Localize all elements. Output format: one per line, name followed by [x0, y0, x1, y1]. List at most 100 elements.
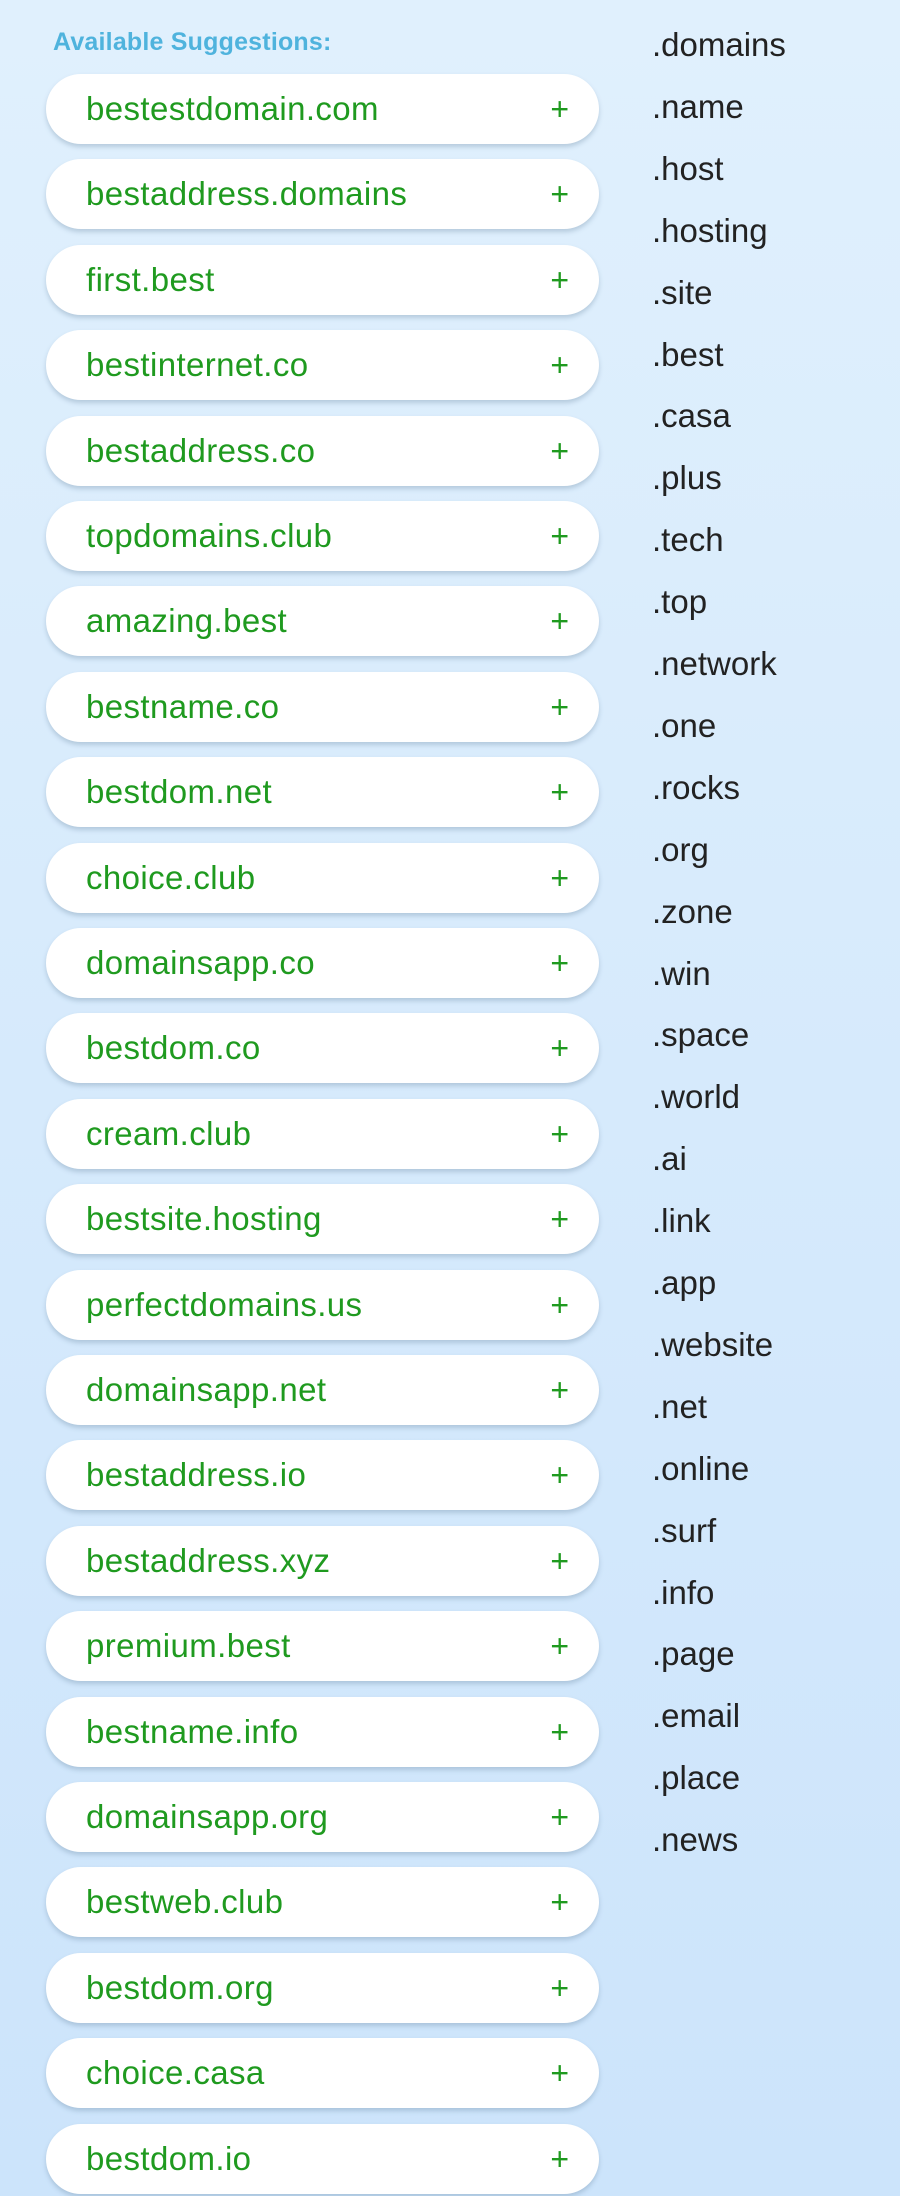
suggestion-item[interactable]: bestestdomain.com +	[46, 74, 599, 144]
tld-item[interactable]: .space	[652, 1016, 749, 1054]
suggestion-label: bestweb.club	[86, 1883, 284, 1920]
plus-icon[interactable]: +	[550, 74, 569, 144]
suggestion-label: bestaddress.domains	[86, 175, 408, 212]
plus-icon[interactable]: +	[550, 1867, 569, 1937]
plus-icon[interactable]: +	[550, 159, 569, 229]
tld-item[interactable]: .name	[652, 88, 744, 126]
plus-icon[interactable]: +	[550, 1355, 569, 1425]
tld-item[interactable]: .site	[652, 274, 713, 312]
tld-item[interactable]: .tech	[652, 521, 724, 559]
tld-item[interactable]: .link	[652, 1202, 711, 1240]
suggestion-label: bestinternet.co	[86, 346, 309, 383]
suggestion-label: bestaddress.io	[86, 1456, 307, 1493]
suggestion-label: perfectdomains.us	[86, 1286, 363, 1323]
plus-icon[interactable]: +	[550, 1099, 569, 1169]
suggestion-label: first.best	[86, 261, 215, 298]
tld-item[interactable]: .domains	[652, 26, 786, 64]
suggestion-item[interactable]: bestaddress.io +	[46, 1440, 599, 1510]
plus-icon[interactable]: +	[550, 586, 569, 656]
tld-item[interactable]: .host	[652, 150, 724, 188]
suggestion-label: amazing.best	[86, 602, 288, 639]
suggestion-label: domainsapp.org	[86, 1798, 329, 1835]
plus-icon[interactable]: +	[550, 757, 569, 827]
tld-item[interactable]: .info	[652, 1574, 714, 1612]
suggestion-item[interactable]: bestaddress.xyz +	[46, 1526, 599, 1596]
plus-icon[interactable]: +	[550, 330, 569, 400]
suggestion-item[interactable]: bestdom.co +	[46, 1013, 599, 1083]
plus-icon[interactable]: +	[550, 1440, 569, 1510]
tld-item[interactable]: .rocks	[652, 769, 740, 807]
plus-icon[interactable]: +	[550, 1611, 569, 1681]
suggestion-item[interactable]: domainsapp.co +	[46, 928, 599, 998]
plus-icon[interactable]: +	[550, 1953, 569, 2023]
plus-icon[interactable]: +	[550, 1184, 569, 1254]
suggestion-label: domainsapp.net	[86, 1371, 327, 1408]
tld-item[interactable]: .surf	[652, 1512, 716, 1550]
tld-item[interactable]: .news	[652, 1821, 738, 1859]
tld-item[interactable]: .ai	[652, 1140, 687, 1178]
suggestion-label: domainsapp.co	[86, 944, 316, 981]
tld-item[interactable]: .hosting	[652, 212, 768, 250]
tld-item[interactable]: .zone	[652, 893, 733, 931]
plus-icon[interactable]: +	[550, 928, 569, 998]
tld-item[interactable]: .net	[652, 1388, 707, 1426]
suggestion-item[interactable]: bestaddress.domains +	[46, 159, 599, 229]
suggestion-label: topdomains.club	[86, 517, 333, 554]
suggestion-item[interactable]: perfectdomains.us +	[46, 1270, 599, 1340]
suggestion-item[interactable]: bestweb.club +	[46, 1867, 599, 1937]
plus-icon[interactable]: +	[550, 1013, 569, 1083]
suggestion-item[interactable]: amazing.best +	[46, 586, 599, 656]
tld-item[interactable]: .casa	[652, 397, 731, 435]
plus-icon[interactable]: +	[550, 416, 569, 486]
suggestion-label: bestdom.co	[86, 1029, 261, 1066]
tld-item[interactable]: .org	[652, 831, 709, 869]
suggestion-label: choice.casa	[86, 2054, 265, 2091]
suggestion-item[interactable]: bestname.co +	[46, 672, 599, 742]
suggestion-item[interactable]: first.best +	[46, 245, 599, 315]
suggestion-label: bestdom.net	[86, 773, 273, 810]
plus-icon[interactable]: +	[550, 1782, 569, 1852]
plus-icon[interactable]: +	[550, 1526, 569, 1596]
tld-item[interactable]: .online	[652, 1450, 749, 1488]
tld-item[interactable]: .network	[652, 645, 777, 683]
suggestion-item[interactable]: domainsapp.net +	[46, 1355, 599, 1425]
suggestion-label: bestname.info	[86, 1713, 299, 1750]
tld-item[interactable]: .email	[652, 1697, 740, 1735]
plus-icon[interactable]: +	[550, 1270, 569, 1340]
suggestion-item[interactable]: topdomains.club +	[46, 501, 599, 571]
tld-item[interactable]: .plus	[652, 459, 722, 497]
tld-item[interactable]: .one	[652, 707, 716, 745]
plus-icon[interactable]: +	[550, 2038, 569, 2108]
tld-item[interactable]: .app	[652, 1264, 716, 1302]
plus-icon[interactable]: +	[550, 672, 569, 742]
suggestion-item[interactable]: bestdom.io +	[46, 2124, 599, 2194]
suggestion-item[interactable]: bestinternet.co +	[46, 330, 599, 400]
suggestion-item[interactable]: domainsapp.org +	[46, 1782, 599, 1852]
suggestion-label: premium.best	[86, 1627, 291, 1664]
suggestion-item[interactable]: bestdom.net +	[46, 757, 599, 827]
tld-item[interactable]: .best	[652, 336, 724, 374]
plus-icon[interactable]: +	[550, 843, 569, 913]
suggestion-item[interactable]: bestaddress.co +	[46, 416, 599, 486]
suggestion-item[interactable]: choice.club +	[46, 843, 599, 913]
suggestion-item[interactable]: choice.casa +	[46, 2038, 599, 2108]
suggestion-label: bestaddress.co	[86, 432, 316, 469]
suggestion-label: bestdom.org	[86, 1969, 274, 2006]
suggestion-item[interactable]: bestname.info +	[46, 1697, 599, 1767]
plus-icon[interactable]: +	[550, 2124, 569, 2194]
tld-item[interactable]: .page	[652, 1635, 735, 1673]
suggestion-label: bestsite.hosting	[86, 1200, 322, 1237]
plus-icon[interactable]: +	[550, 1697, 569, 1767]
tld-item[interactable]: .win	[652, 955, 711, 993]
suggestions-heading: Available Suggestions:	[53, 28, 332, 56]
suggestion-item[interactable]: premium.best +	[46, 1611, 599, 1681]
suggestion-item[interactable]: bestdom.org +	[46, 1953, 599, 2023]
plus-icon[interactable]: +	[550, 245, 569, 315]
suggestion-item[interactable]: bestsite.hosting +	[46, 1184, 599, 1254]
plus-icon[interactable]: +	[550, 501, 569, 571]
tld-item[interactable]: .website	[652, 1326, 773, 1364]
tld-item[interactable]: .world	[652, 1078, 740, 1116]
tld-item[interactable]: .top	[652, 583, 707, 621]
suggestion-item[interactable]: cream.club +	[46, 1099, 599, 1169]
tld-item[interactable]: .place	[652, 1759, 740, 1797]
